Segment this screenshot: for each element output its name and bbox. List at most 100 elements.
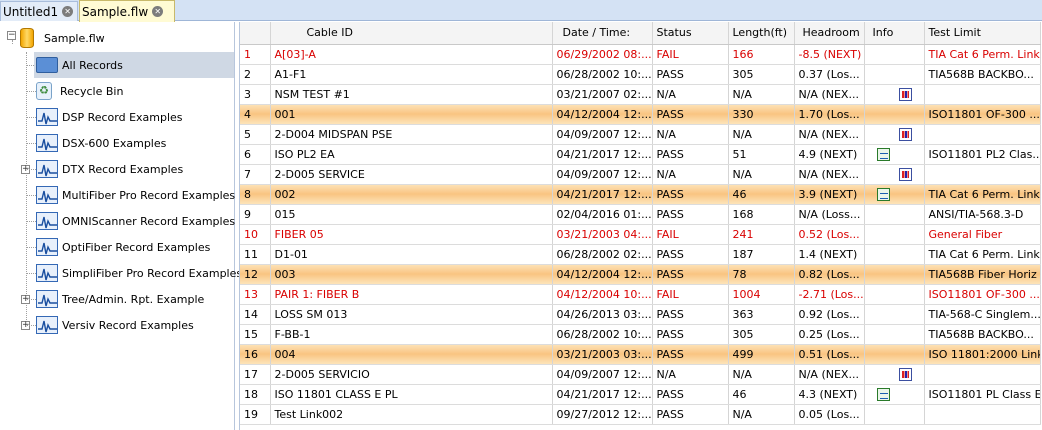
table-row[interactable]: 8 002 04/21/2017 12:... PASS 46 3.9 (NEXT) TIA… — [240, 184, 1041, 205]
col-header-cable-id[interactable]: Cable ID — [270, 22, 553, 45]
table-row[interactable]: 4 001 04/12/2004 12:... PASS 330 1.70 (Los...… — [240, 104, 1041, 125]
close-icon[interactable]: ✕ — [62, 6, 74, 17]
col-header-info[interactable]: Info — [864, 22, 925, 45]
wave-icon[interactable] — [876, 387, 890, 401]
table-row[interactable]: 1 A[03]-A 06/29/2002 08:... FAIL 166 -8.5 (NE… — [240, 44, 1041, 65]
table-row[interactable]: 7 2-D005 SERVICE 04/09/2007 12:... N/A N/A N/… — [240, 164, 1041, 185]
cell-cable-id: 004 — [270, 344, 553, 365]
cell-length: N/A — [728, 84, 795, 105]
table-row[interactable]: 14 LOSS SM 013 04/26/2013 03:... PASS 363 0.9… — [240, 304, 1041, 325]
table-row[interactable]: 5 2-D004 MIDSPAN PSE 04/09/2007 12:... N/A N… — [240, 124, 1041, 145]
records-grid: Cable ID Date / Time: Status Length(ft) … — [239, 22, 1042, 430]
cell-row-number: 2 — [240, 64, 271, 85]
tab-sample-flw[interactable]: Sample.flw ✕ — [79, 0, 175, 22]
col-header-test-limit[interactable]: Test Limit — [924, 22, 1041, 45]
col-header-length[interactable]: Length(ft) — [728, 22, 795, 45]
tree-item[interactable]: MultiFiber Pro Record Examples — [36, 182, 235, 208]
record-folder-icon — [36, 212, 58, 230]
tree-item[interactable]: DSX-600 Examples — [36, 130, 166, 156]
tree-item[interactable]: SimpliFiber Pro Record Examples — [36, 260, 242, 286]
cell-status: PASS — [652, 324, 729, 345]
cell-date-time: 04/21/2017 12:... — [552, 384, 653, 405]
cell-cable-id: 2-D005 SERVICE — [270, 164, 553, 185]
collapse-toggle[interactable]: − — [7, 31, 16, 40]
table-row[interactable]: 18 ISO 11801 CLASS E PL 04/21/2017 12:... P… — [240, 384, 1041, 405]
cell-test-limit — [924, 124, 1041, 145]
record-folder-icon — [36, 316, 58, 334]
table-row[interactable]: 16 004 03/21/2003 03:... PASS 499 0.51 (Los..… — [240, 344, 1041, 365]
table-row[interactable]: 12 003 04/12/2004 12:... PASS 78 0.82 (Los...… — [240, 264, 1041, 285]
cell-test-limit: TIA568B BACKBO... — [924, 64, 1041, 85]
col-header-headroom[interactable]: Headroom — [794, 22, 865, 45]
table-row[interactable]: 3 NSM TEST #1 03/21/2007 02:... N/A N/A N/A (… — [240, 84, 1041, 105]
table-row[interactable]: 9 015 02/04/2016 01:... PASS 168 N/A (Loss...… — [240, 204, 1041, 225]
cell-headroom: 0.25 (Los... — [794, 324, 865, 345]
col-header-status[interactable]: Status — [652, 22, 729, 45]
tree-item[interactable]: ♻ Recycle Bin — [36, 78, 123, 104]
cell-cable-id: ISO PL2 EA — [270, 144, 553, 165]
wave-icon[interactable] — [876, 187, 890, 201]
cell-date-time: 04/12/2004 12:... — [552, 264, 653, 285]
tree-item[interactable]: Versiv Record Examples — [36, 312, 194, 338]
table-row[interactable]: 19 Test Link002 09/27/2012 12:... PASS N/A 0.… — [240, 404, 1041, 425]
cell-headroom: 1.4 (NEXT) — [794, 244, 865, 265]
table-row[interactable]: 10 FIBER 05 03/21/2003 04:... FAIL 241 0.52 (… — [240, 224, 1041, 245]
net-icon[interactable] — [898, 127, 912, 141]
cell-date-time: 04/12/2004 12:... — [552, 104, 653, 125]
record-folder-icon — [36, 134, 58, 152]
cell-test-limit — [924, 164, 1041, 185]
cell-test-limit — [924, 404, 1041, 425]
cell-test-limit: TIA568B Fiber Horiz — [924, 264, 1041, 285]
net-icon[interactable] — [898, 167, 912, 181]
tab-label: Untitled1 — [3, 4, 59, 19]
table-row[interactable]: 15 F-BB-1 06/28/2002 10:... PASS 305 0.25 (Lo… — [240, 324, 1041, 345]
table-row[interactable]: 13 PAIR 1: FIBER B 04/12/2004 10:... FAIL 10… — [240, 284, 1041, 305]
cell-info — [864, 284, 925, 305]
cell-test-limit: ISO 11801:2000 Link — [924, 344, 1041, 365]
cell-info — [864, 124, 925, 145]
tree-item[interactable]: DTX Record Examples — [36, 156, 183, 182]
cell-row-number: 15 — [240, 324, 271, 345]
tree-item[interactable]: All Records — [34, 52, 234, 78]
cell-status: N/A — [652, 364, 729, 385]
document-tab-bar: Untitled1 ✕ Sample.flw ✕ — [0, 0, 1042, 22]
tree-item-label: Recycle Bin — [60, 84, 124, 98]
col-header-row-number[interactable] — [240, 22, 271, 45]
cell-date-time: 04/09/2007 12:... — [552, 124, 653, 145]
tree-item[interactable]: DSP Record Examples — [36, 104, 183, 130]
tree-item[interactable]: OptiFiber Record Examples — [36, 234, 210, 260]
cell-cable-id: 2-D004 MIDSPAN PSE — [270, 124, 553, 145]
table-row[interactable]: 2 A1-F1 06/28/2002 10:... PASS 305 0.37 (Los.… — [240, 64, 1041, 85]
net-icon[interactable] — [898, 87, 912, 101]
wave-icon[interactable] — [876, 147, 890, 161]
table-row[interactable]: 17 2-D005 SERVICIO 04/09/2007 12:... N/A N/A… — [240, 364, 1041, 385]
cell-info — [864, 364, 925, 385]
cell-length: 51 — [728, 144, 795, 165]
cell-test-limit: TIA Cat 6 Perm. Link — [924, 244, 1041, 265]
tree-item[interactable]: OMNIScanner Record Examples — [36, 208, 235, 234]
tree-root[interactable]: Sample.flw — [20, 25, 105, 51]
table-row[interactable]: 11 D1-01 06/28/2002 02:... PASS 187 1.4 (NEXT… — [240, 244, 1041, 265]
cell-status: PASS — [652, 344, 729, 365]
net-icon[interactable] — [898, 367, 912, 381]
cell-info — [864, 44, 925, 65]
tree-item-label: DSP Record Examples — [62, 110, 183, 124]
cell-test-limit — [924, 364, 1041, 385]
cell-info — [864, 324, 925, 345]
cell-date-time: 02/04/2016 01:... — [552, 204, 653, 225]
cell-length: 305 — [728, 64, 795, 85]
tab-untitled1[interactable]: Untitled1 ✕ — [0, 1, 78, 21]
cell-info — [864, 404, 925, 425]
cell-status: PASS — [652, 64, 729, 85]
cell-info — [864, 164, 925, 185]
table-header: Cable ID Date / Time: Status Length(ft) … — [240, 22, 1041, 45]
table-row[interactable]: 6 ISO PL2 EA 04/21/2017 12:... PASS 51 4.9 (N… — [240, 144, 1041, 165]
tree-item[interactable]: Tree/Admin. Rpt. Example — [36, 286, 204, 312]
col-header-date-time[interactable]: Date / Time: — [552, 22, 653, 45]
tree-item-label: All Records — [62, 58, 123, 72]
cell-headroom: 0.37 (Los... — [794, 64, 865, 85]
cell-date-time: 03/21/2003 04:... — [552, 224, 653, 245]
cell-length: 168 — [728, 204, 795, 225]
cell-row-number: 8 — [240, 184, 271, 205]
close-icon[interactable]: ✕ — [152, 6, 164, 17]
